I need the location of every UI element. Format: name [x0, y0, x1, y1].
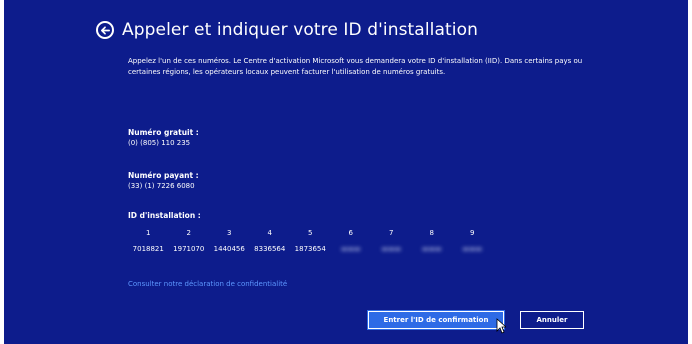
paid-number-block: Numéro payant : (33) (1) 7226 6080 — [128, 170, 199, 192]
id-group-blurred: ▬▬▬ — [340, 245, 361, 253]
free-number-label: Numéro gratuit : — [128, 128, 199, 137]
installation-id-groups: 7018821 1971070 1440456 8336564 1873654 … — [128, 245, 493, 253]
free-number-block: Numéro gratuit : (0) (805) 110 235 — [128, 127, 199, 149]
group-number: 9 — [470, 229, 475, 237]
free-number-value: (0) (805) 110 235 — [128, 139, 191, 147]
installation-id-label: ID d'installation : — [128, 211, 201, 220]
group-number: 6 — [348, 229, 353, 237]
cancel-button[interactable]: Annuler — [520, 311, 584, 329]
id-group-value: 7018821 — [132, 245, 164, 253]
mouse-cursor-icon — [496, 318, 506, 334]
installation-id-group-numbers: 1 2 3 4 5 6 7 8 9 — [128, 229, 493, 237]
group-number: 5 — [308, 229, 313, 237]
id-group-value: 1440456 — [213, 245, 245, 253]
group-number: 2 — [186, 229, 191, 237]
id-group-value: 1971070 — [173, 245, 205, 253]
group-number: 8 — [429, 229, 434, 237]
enter-confirmation-id-button[interactable]: Entrer l'ID de confirmation — [367, 310, 505, 330]
id-group-blurred: ▬▬▬ — [462, 245, 483, 253]
id-group-blurred: ▬▬▬ — [421, 245, 442, 253]
group-number: 4 — [267, 229, 272, 237]
paid-number-value: (33) (1) 7226 6080 — [128, 182, 195, 190]
back-arrow-icon[interactable] — [96, 21, 114, 39]
title-row: Appeler et indiquer votre ID d'installat… — [96, 16, 478, 44]
paid-number-label: Numéro payant : — [128, 171, 199, 180]
id-group-value: 8336564 — [254, 245, 286, 253]
privacy-statement-link[interactable]: Consulter notre déclaration de confident… — [128, 280, 287, 288]
id-group-value: 1873654 — [294, 245, 326, 253]
group-number: 1 — [146, 229, 151, 237]
group-number: 7 — [389, 229, 394, 237]
intro-text: Appelez l'un de ces numéros. Le Centre d… — [128, 57, 583, 76]
activation-dialog: Appeler et indiquer votre ID d'installat… — [4, 0, 688, 344]
page-title: Appeler et indiquer votre ID d'installat… — [122, 20, 478, 40]
group-number: 3 — [227, 229, 232, 237]
id-group-blurred: ▬▬▬ — [381, 245, 402, 253]
